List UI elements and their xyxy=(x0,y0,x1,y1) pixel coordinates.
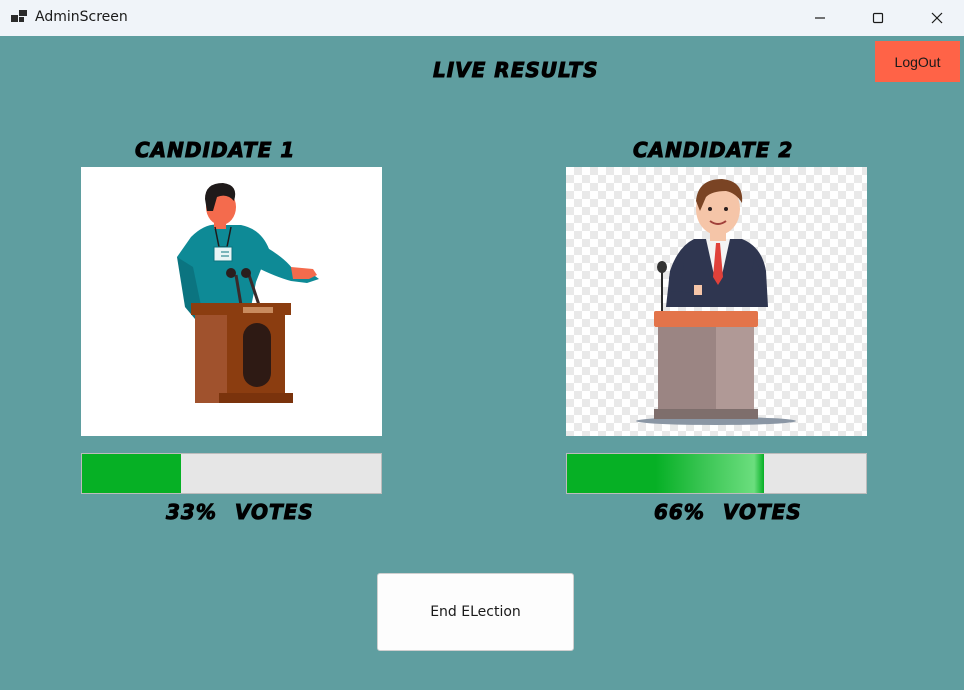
candidate-1-result: 33% VOTES xyxy=(166,500,314,525)
minimize-icon xyxy=(815,17,825,19)
page-title: LIVE RESULTS xyxy=(432,58,599,83)
candidate-1-percent: 33% xyxy=(166,500,217,525)
candidate-1-progress-bar xyxy=(81,453,382,494)
candidate-2-progress-bar xyxy=(566,453,867,494)
candidate-2-result: 66% VOTES xyxy=(654,500,802,525)
app-icon xyxy=(11,10,27,22)
window-title: AdminScreen xyxy=(35,9,128,25)
candidate-1-votes-label: VOTES xyxy=(234,500,314,525)
close-icon xyxy=(931,12,943,24)
candidate-2-votes-label: VOTES xyxy=(722,500,802,525)
close-button[interactable] xyxy=(914,0,960,36)
candidate-1-image xyxy=(81,167,382,436)
candidate-2-progress-fill xyxy=(567,454,765,493)
maximize-button[interactable] xyxy=(855,0,901,36)
candidate-2-percent: 66% xyxy=(654,500,705,525)
candidate-1-name: CANDIDATE 1 xyxy=(134,138,296,163)
title-bar: AdminScreen xyxy=(0,0,964,36)
logout-button[interactable]: LogOut xyxy=(875,41,960,82)
candidate-2-image xyxy=(566,167,867,436)
candidate-2-name: CANDIDATE 2 xyxy=(632,138,794,163)
maximize-icon xyxy=(872,12,884,24)
candidate-1-progress-fill xyxy=(82,454,181,493)
end-election-button[interactable]: End ELection xyxy=(377,573,574,651)
minimize-button[interactable] xyxy=(797,0,843,36)
